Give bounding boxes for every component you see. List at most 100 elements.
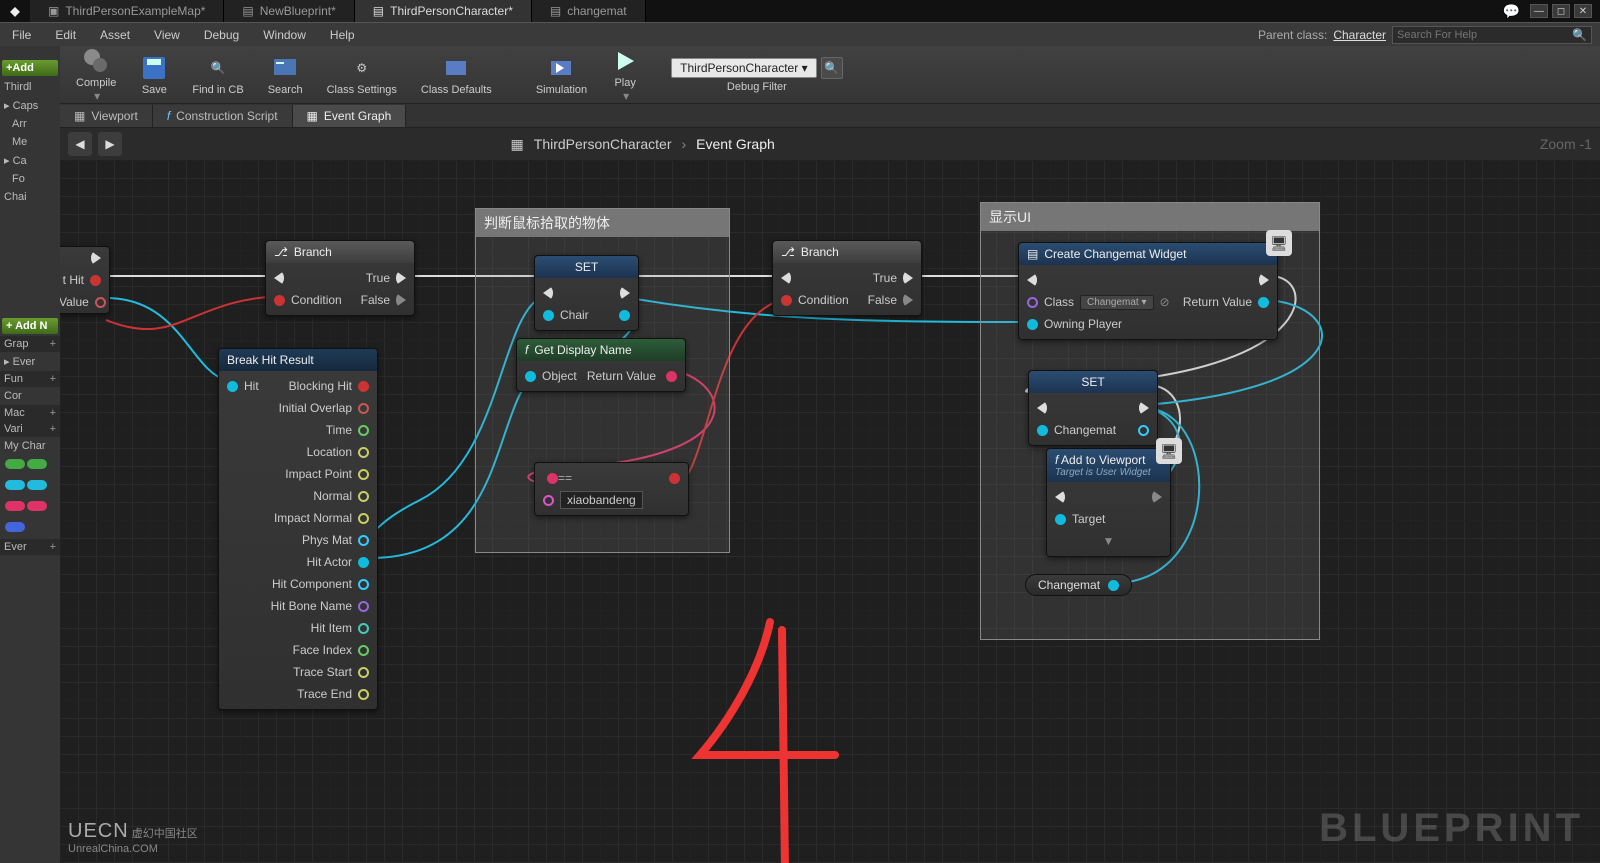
node-get-display-name[interactable]: fGet Display Name ObjectReturn Value [516, 338, 686, 392]
menu-debug[interactable]: Debug [192, 23, 251, 47]
parent-class-link[interactable]: Character [1333, 28, 1386, 42]
component-row[interactable]: Chai [0, 188, 60, 206]
unreal-logo: ◆ [0, 0, 30, 22]
class-settings-button[interactable]: ⚙Class Settings [315, 47, 409, 103]
function-icon: f [167, 109, 170, 123]
section-row[interactable]: Cor [0, 387, 60, 405]
menu-bar: File Edit Asset View Debug Window Help P… [0, 22, 1600, 46]
debug-filter: ThirdPersonCharacter ▾ 🔍 Debug Filter [671, 57, 842, 93]
node-header: fGet Display Name [517, 339, 685, 361]
class-defaults-button[interactable]: Class Defaults [409, 47, 504, 103]
help-search[interactable]: 🔍 [1392, 26, 1592, 44]
search-button[interactable]: Search [256, 47, 315, 103]
save-button[interactable]: Save [128, 47, 180, 103]
component-row[interactable]: ▸ Caps [0, 96, 60, 115]
close-button[interactable]: ✕ [1574, 4, 1592, 18]
breadcrumb-icon: ▦ [511, 136, 524, 153]
help-search-input[interactable] [1397, 29, 1568, 41]
breadcrumb-part[interactable]: ThirdPersonCharacter [534, 136, 672, 152]
menu-asset[interactable]: Asset [88, 23, 142, 47]
section-variables[interactable]: Vari+ [0, 421, 60, 437]
menu-help[interactable]: Help [318, 23, 367, 47]
blueprint-icon: ▤ [373, 4, 384, 18]
expand-icon[interactable]: ▼ [1103, 534, 1115, 548]
class-combo[interactable]: Changemat ▾ [1080, 295, 1154, 310]
title-tab-2[interactable]: ▤ThirdPersonCharacter* [355, 0, 532, 22]
branch-icon: ⎇ [781, 245, 795, 259]
node-branch-1[interactable]: ⎇Branch True ConditionFalse [265, 240, 415, 316]
node-set-chair[interactable]: SET Chair [534, 255, 639, 331]
title-tab-bar: ◆ ▣ThirdPersonExampleMap* ▤NewBlueprint*… [0, 0, 1600, 22]
add-component-button[interactable]: +Add [2, 60, 58, 76]
title-tab-0[interactable]: ▣ThirdPersonExampleMap* [30, 0, 224, 22]
menu-view[interactable]: View [142, 23, 192, 47]
component-row[interactable]: ▸ Ca [0, 151, 60, 170]
widget-icon: ▤ [1027, 247, 1038, 261]
component-row[interactable]: Arr [0, 115, 60, 133]
annotation-hand-4 [660, 610, 880, 863]
node-break-hit-result[interactable]: Break Hit Result HitBlocking Hit Initial… [218, 348, 378, 710]
simulation-button[interactable]: Simulation [524, 47, 599, 103]
debug-filter-combo[interactable]: ThirdPersonCharacter ▾ [671, 58, 816, 78]
breadcrumb: ▦ ThirdPersonCharacter › Event Graph [511, 136, 775, 153]
section-macros[interactable]: Mac+ [0, 405, 60, 421]
title-tab-1[interactable]: ▤NewBlueprint* [224, 0, 354, 22]
function-icon: f [525, 343, 528, 357]
blueprint-icon: ▤ [242, 4, 253, 18]
notification-icon[interactable]: 💬 [1503, 3, 1520, 20]
content-area: ▦Viewport fConstruction Script ▦Event Gr… [60, 104, 1600, 863]
nav-forward-button[interactable]: ▶ [98, 132, 122, 156]
minimize-button[interactable]: — [1530, 4, 1548, 18]
comment-title[interactable]: 判断鼠标拾取的物体 [476, 209, 729, 237]
graph-icon: ▦ [307, 109, 318, 123]
node-create-widget[interactable]: ▤Create Changemat Widget ClassChangemat … [1018, 242, 1278, 340]
comment-title[interactable]: 显示UI [981, 203, 1319, 231]
breadcrumb-part[interactable]: Event Graph [696, 136, 775, 152]
section-row[interactable]: ▸ Ever [0, 352, 60, 371]
menu-edit[interactable]: Edit [43, 23, 88, 47]
node-variable-changemat[interactable]: Changemat [1025, 574, 1132, 596]
debug-locate-button[interactable]: 🔍 [821, 57, 843, 79]
node-header: f Add to Viewport Target is User Widget [1047, 449, 1170, 482]
node-header: SET [535, 256, 638, 278]
add-new-button[interactable]: + Add N [2, 318, 58, 334]
chevron-right-icon: › [682, 136, 687, 152]
menu-file[interactable]: File [0, 23, 43, 47]
node-equal[interactable]: == xiaobandeng [534, 462, 689, 516]
menu-window[interactable]: Window [251, 23, 318, 47]
node-header: ▤Create Changemat Widget [1019, 243, 1277, 265]
tab-viewport[interactable]: ▦Viewport [60, 105, 153, 127]
graph-canvas[interactable]: t Hit Value ⎇Branch True ConditionFalse … [60, 160, 1600, 863]
component-row[interactable]: Thirdl [0, 78, 60, 96]
tab-event-graph[interactable]: ▦Event Graph [293, 105, 407, 127]
node-header: ⎇Branch [773, 241, 921, 263]
breakpoint-icon[interactable]: 🖥 [1156, 438, 1182, 464]
debug-filter-label: Debug Filter [727, 81, 787, 93]
play-button[interactable]: Play▾ [599, 47, 651, 103]
node-header: SET [1029, 371, 1157, 393]
browse-icon[interactable]: ⊘ [1160, 295, 1170, 309]
node-set-changemat[interactable]: SET Changemat [1028, 370, 1158, 446]
section-event-disp[interactable]: Ever+ [0, 539, 60, 555]
component-row[interactable]: Me [0, 133, 60, 151]
level-icon: ▣ [48, 4, 59, 18]
breakpoint-icon[interactable]: 🖥 [1266, 230, 1292, 256]
nav-back-button[interactable]: ◀ [68, 132, 92, 156]
component-row[interactable]: Fo [0, 170, 60, 188]
compile-button[interactable]: Compile▾ [64, 47, 128, 103]
section-row[interactable]: My Char [0, 437, 60, 455]
maximize-button[interactable]: ◻ [1552, 4, 1570, 18]
section-graphs[interactable]: Grap+ [0, 336, 60, 352]
left-panel: +Add Thirdl ▸ Caps Arr Me ▸ Ca Fo Chai +… [0, 46, 60, 863]
uecn-watermark: UECN 虚幻中国社区 UnrealChina.COM [68, 820, 198, 855]
section-functions[interactable]: Fun+ [0, 371, 60, 387]
viewport-icon: ▦ [74, 109, 85, 123]
title-tab-3[interactable]: ▤changemat [532, 0, 646, 22]
node-add-to-viewport[interactable]: f Add to Viewport Target is User Widget … [1046, 448, 1171, 557]
search-icon: 🔍 [1572, 28, 1587, 42]
find-in-cb-button[interactable]: 🔍Find in CB [180, 47, 255, 103]
tab-construction-script[interactable]: fConstruction Script [153, 105, 293, 127]
node-partial[interactable]: t Hit Value [60, 246, 110, 314]
graph-nav-bar: ◀ ▶ ▦ ThirdPersonCharacter › Event Graph… [60, 128, 1600, 160]
node-branch-2[interactable]: ⎇Branch True ConditionFalse [772, 240, 922, 316]
